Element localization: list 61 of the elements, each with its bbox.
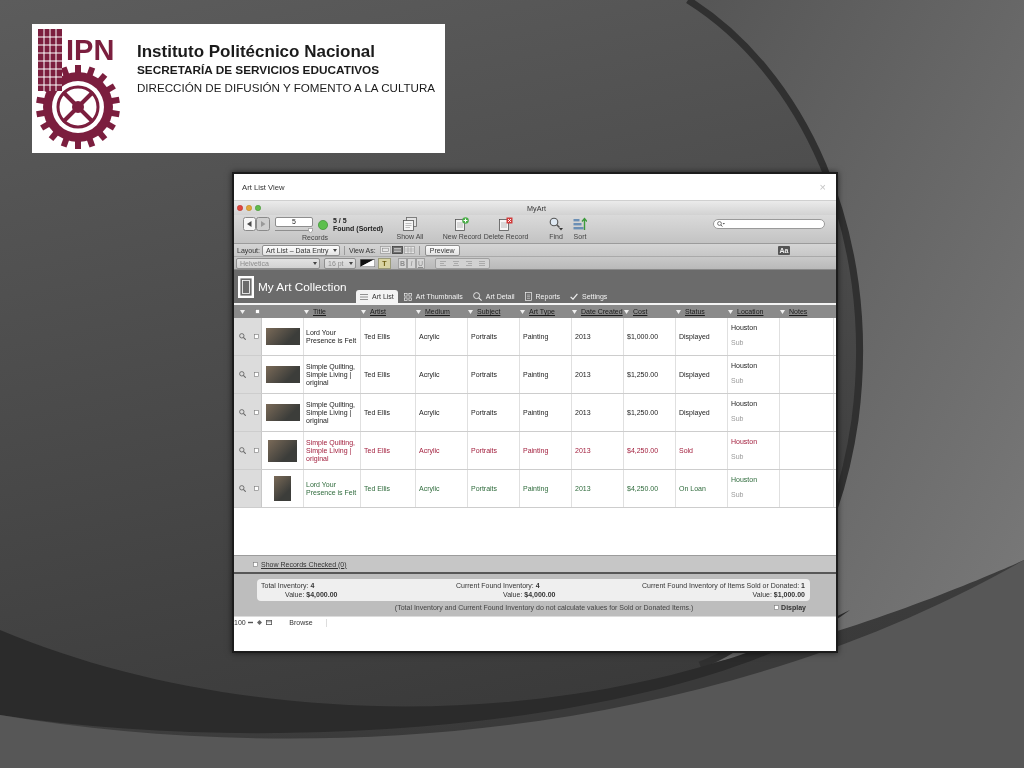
caret-icon[interactable] — [624, 309, 629, 314]
magnifier-icon[interactable] — [239, 485, 246, 492]
record-slider[interactable] — [275, 228, 313, 233]
picture-frame-icon — [238, 275, 254, 298]
minimize-window-icon[interactable] — [246, 205, 252, 211]
align-left-icon[interactable] — [439, 260, 446, 266]
magnifier-icon[interactable] — [239, 447, 246, 454]
checkbox[interactable] — [254, 410, 259, 415]
magnifier-icon[interactable] — [239, 371, 246, 378]
caret-icon[interactable] — [676, 309, 681, 314]
caret-icon[interactable] — [728, 309, 733, 314]
status-dot-icon — [318, 220, 328, 230]
caret-icon[interactable] — [572, 309, 577, 314]
department-name: DIRECCIÓN DE DIFUSIÓN Y FOMENTO A LA CULTURA — [137, 80, 436, 96]
search-field[interactable] — [713, 219, 825, 229]
photo-placeholder — [265, 366, 300, 383]
document-icon — [524, 292, 532, 301]
photo-placeholder — [274, 476, 291, 501]
caret-icon[interactable] — [304, 309, 309, 314]
emblem-letters: IPN — [66, 34, 115, 66]
zoom-window-icon[interactable] — [255, 205, 261, 211]
checkbox[interactable] — [253, 561, 258, 567]
minus-icon[interactable] — [248, 621, 254, 624]
grid-icon — [403, 292, 412, 301]
diamond-icon[interactable] — [257, 620, 263, 625]
list-view-icon[interactable] — [391, 246, 403, 254]
institute-name: Instituto Politécnico Nacional — [137, 43, 376, 61]
photo-placeholder — [265, 404, 300, 421]
search-icon — [549, 217, 563, 231]
previous-icon[interactable] — [243, 217, 256, 231]
sort-icon — [573, 217, 587, 231]
caret-icon[interactable] — [416, 309, 421, 314]
caret-icon — [349, 261, 353, 265]
caret-icon — [313, 261, 317, 265]
caret-icon[interactable] — [361, 309, 366, 314]
magnifier-icon — [472, 292, 482, 301]
close-window-icon[interactable] — [237, 205, 243, 211]
align-center-icon[interactable] — [452, 260, 459, 266]
checkbox[interactable] — [254, 448, 259, 453]
checkmark-icon — [570, 293, 579, 300]
checkbox[interactable] — [254, 372, 259, 377]
justify-icon[interactable] — [479, 260, 486, 266]
list-icon — [360, 292, 368, 301]
magnifier-icon[interactable] — [239, 409, 246, 416]
checkbox[interactable] — [254, 334, 259, 339]
align-right-icon[interactable] — [466, 260, 473, 266]
magnifier-icon[interactable] — [239, 333, 246, 340]
checkbox[interactable] — [255, 309, 260, 314]
caret-icon[interactable] — [520, 309, 525, 314]
caret-icon[interactable] — [780, 309, 785, 314]
app-title: My Art Collection — [258, 279, 347, 294]
photo-placeholder — [268, 439, 297, 462]
checkbox[interactable] — [254, 486, 259, 491]
window-icon[interactable] — [265, 620, 272, 625]
color-swatch-icon[interactable] — [360, 259, 375, 267]
search-icon — [717, 221, 725, 227]
secretariat-name: SECRETARÍA DE SERVICIOS EDUCATIVOS — [137, 62, 380, 79]
caret-icon[interactable] — [240, 309, 245, 314]
photo-placeholder — [265, 328, 300, 345]
caret-icon[interactable] — [468, 309, 473, 314]
caret-icon — [332, 248, 337, 252]
